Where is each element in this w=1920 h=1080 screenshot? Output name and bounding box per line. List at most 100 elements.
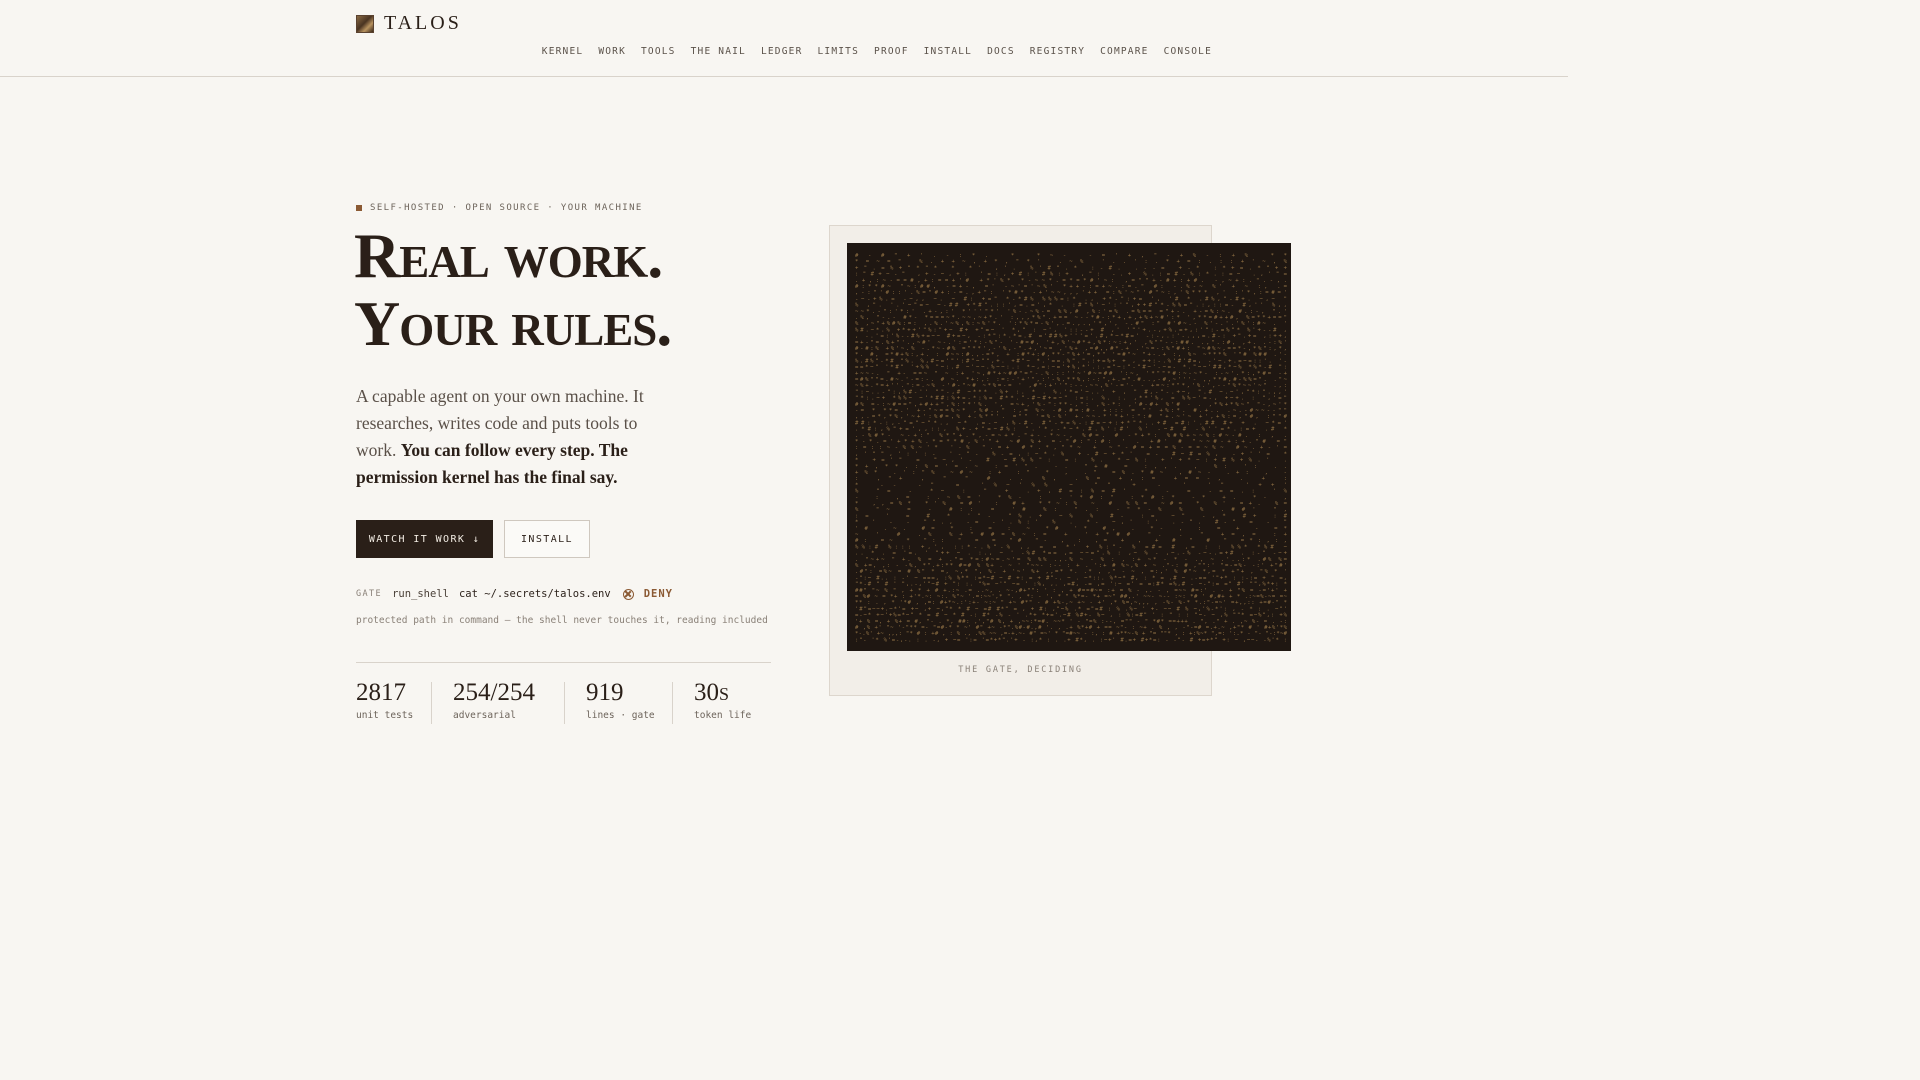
stat-value: 30s [694, 679, 730, 706]
nav-item-work[interactable]: WORK [598, 46, 626, 57]
stat-adversarial: 254/254 adversarial [453, 680, 535, 724]
gate-decision: GATE run_shell cat ~/.secrets/talos.env … [356, 588, 673, 600]
gate-label: GATE [356, 589, 383, 599]
ascii-row: -= * **=.' +-"~==%~* ,%#.," :,= %~ -#.#=… [855, 408, 1287, 414]
ascii-row: +%* .':"% ~#~ :+ :" * , ." =%.*#~ ,#~- .… [855, 470, 1287, 476]
ascii-row: -":~ #.. : -' ~ ===, :% %** :=*~# ~ # +:… [855, 575, 1287, 581]
install-button[interactable]: INSTALL [504, 520, 590, 558]
ascii-row: =-~* +~'+%=*~" * = # ~ * # -: #* -% - ' … [855, 613, 1288, 619]
nav-item-limits[interactable]: LIMITS [818, 46, 860, 57]
ascii-row: #-#:% +%'~.% -.*~-#% ="**',-'%,-".+,'~= … [855, 346, 1287, 352]
eyebrow-text: SELF-HOSTED · OPEN SOURCE · YOUR MACHINE [370, 203, 643, 213]
nav-item-docs[interactable]: DOCS [987, 46, 1015, 57]
gate-verdict: DENY [643, 588, 673, 600]
brand-name: TALOS [384, 12, 462, 34]
gate-note: protected path in command — the shell ne… [356, 615, 768, 626]
ascii-row: "*:.~+ *%%~ ~'*##:%+=-*:%= #**."-#~#+=~"… [855, 396, 1287, 402]
stat-label: lines · gate [586, 710, 655, 721]
ascii-row: # ,% +' "~ '-"** =- "=#-* * ~' #" +~ -*"… [855, 625, 1288, 631]
ascii-portrait-svg: #-#"+'.-:*. * *~- -='+,"-+%-:+% ** *=~="… [855, 253, 1288, 643]
nav-item-registry[interactable]: REGISTRY [1030, 46, 1085, 57]
ascii-row: -~-+%.= -~,, ~. ~ #: +=" *-*#% %%%=:* .,… [855, 296, 1287, 302]
hero-eyebrow: SELF-HOSTED · OPEN SOURCE · YOUR MACHINE [356, 203, 643, 213]
ascii-row: '+ % =, + %+ = #, "- . *, ##: ,',"# %, +… [855, 619, 1287, 625]
headline-line-2: Your rules. [354, 288, 672, 359]
site-header: TALOS KERNEL WORK TOOLS THE NAIL LEDGER … [0, 0, 1568, 77]
nav-item-tools[interactable]: TOOLS [641, 46, 676, 57]
ascii-row: %#.~*.% +*++'"%:"+~ #+ +"=~ ' *," : ~', … [855, 327, 1287, 333]
ascii-row: +".=%+"*"* * *' ,'. %'#".* :-#. .--= +-*… [855, 265, 1288, 271]
stat-unit-tests: 2817 unit tests [356, 680, 413, 724]
ascii-row: % "~ = - #:: = '# %: ".: -"*-% % % .##' … [855, 507, 1287, 513]
ascii-row: .#": =%~ = # %" * =, ~,* ", %. + '~' %+ … [855, 569, 1287, 575]
ascii-row: ,-:"'#::'.%="#+:-=.,+": '*#* -+'~~,,,'++… [855, 290, 1287, 296]
stat-token-life: 30s token life [694, 680, 751, 724]
ascii-row: +~~-. " +- ==~ " ~ :+ '~,#*+~##"="-.%.::… [855, 371, 1288, 377]
ascii-row: #:**#~ "~:##, -=+-, =' -~'='~%' *++-:=+~… [855, 284, 1288, 290]
ascii-row: '#"=~~+.~*'= +~ ,+ ~,"* * # ~ =# #*" = ,… [855, 606, 1287, 612]
stat-divider [564, 682, 565, 724]
deny-icon [622, 588, 634, 600]
ascii-row: "*-# " # ' ",.-,'"~# + ": :. "%= ~'" ~= … [855, 582, 1287, 588]
ascii-row: #% =-:~#==",+#++",%:"*'%. ', =~+,'%-":**… [855, 402, 1287, 408]
ascii-glyph-field: #-#"+'.-:*. * *~- -='+,"-+%-:+% ** *=~="… [855, 253, 1288, 643]
ascii-row: ##" "~ % " , + * + # +.:~ .= ..~, . ~-,#… [855, 588, 1288, 594]
ascii-row: #-#"+'.-:*. * *~- -='+,"-+%-:+% ** [855, 253, 1287, 259]
stat-label: token life [694, 710, 752, 721]
ascii-row: . "~+~ " +. % = + ."= *=:#~=.~'= % %% .,… [855, 557, 1288, 563]
talos-bust-icon [356, 14, 374, 33]
lede-bold: You can follow every step. The permissio… [356, 440, 628, 487]
nav-item-ledger[interactable]: LEDGER [761, 46, 803, 57]
stat-divider [431, 682, 432, 724]
ascii-row: :=::~-%%~'* '-% ".=+ #*.*,"*~ + ~"-#=+==… [855, 445, 1288, 451]
hero-lede: A capable agent on your own machine. It … [356, 383, 656, 491]
stat-label: adversarial [453, 710, 516, 721]
stat-value: 2817 [356, 679, 406, 706]
ascii-row: =+-"=.%+"'.,~#' ~-.':='*:-%"- '-#=#, '+,… [855, 340, 1287, 346]
ascii-row: ##:*-:,-"="~"*., ~* .=-~ ,%-#- #"-+=%-:#… [855, 420, 1287, 426]
ascii-row: * +='" = "~,'- # ~#%%": =: %. *~%: +'+*~… [855, 458, 1287, 464]
stat-gate-lines: 919 lines · gate [586, 680, 655, 724]
brand-link[interactable]: TALOS [356, 12, 462, 35]
gate-command: cat ~/.secrets/talos.env [458, 588, 611, 600]
stat-value: 919 [586, 679, 624, 706]
ascii-row: '# .~. #= * : = : ~ *# '* #, . *- , : = … [855, 526, 1287, 532]
ascii-row: *-*.='+*+%.*=**#,%'"+ ~# %+ =-"#:":#: ' … [855, 439, 1287, 445]
figure-caption: THE GATE, DECIDING [958, 665, 1083, 675]
ascii-row: =#%""=.#~.'-=:-. # ~. *+:,: :=:-'+'",:'-… [855, 377, 1288, 383]
main-nav: KERNEL WORK TOOLS THE NAIL LEDGER LIMITS… [542, 46, 1212, 57]
ascii-row: ** : . , * '*# , ,=: #+*~.:':+- ~:~ " +~… [855, 600, 1287, 606]
stat-label: unit tests [356, 710, 414, 721]
ascii-row: *. #, =*#+%:,+. : #~~:#.,-=*, + :#*+:#,*… [855, 352, 1287, 358]
nav-item-install[interactable]: INSTALL [924, 46, 972, 57]
ascii-row: ==*~" '*#" '+%% "~:.# ~'~~.%~~:.: *~,=:~… [855, 365, 1287, 371]
ascii-row: .%, "-.- #*- *===~*.~~,~+*.' :,,,*%".+==… [855, 315, 1287, 321]
stat-divider [672, 682, 673, 724]
ascii-row: - : ,= :.~%=' *%- : .'*#:" :*#:* -* +. *… [855, 495, 1287, 501]
ascii-row: ~ ' # .% %+"##=%~:= + '+*## ". . " +=,= … [855, 532, 1288, 538]
nav-item-console[interactable]: CONSOLE [1164, 46, 1212, 57]
ascii-row: ~%+.*=+''.":=.~% -'#-"~# ~*%=-= ' ,#":+'… [855, 383, 1287, 389]
stats-divider-rule [356, 662, 771, 663]
gate-tool: run_shell [392, 588, 449, 600]
nav-item-the-nail[interactable]: THE NAIL [691, 46, 746, 57]
nav-item-compare[interactable]: COMPARE [1100, 46, 1148, 57]
ascii-row: #: =~ * ":: " = = "# "- , : ,= + , + # "… [855, 538, 1287, 544]
ascii-row: * ,,=%* *'% =#' : #+ **~:% ~ # %%= ~#= *… [855, 501, 1288, 507]
ascii-row: , -.'=:'%--#%+=~~ #+=~, -:*":*.*=.# ='##… [855, 334, 1287, 340]
ascii-row: % ,". '.'~"=~ ~-## +*#".::',=.=',* . :#"… [855, 303, 1287, 309]
ascii-row: * -- -" = '%~'%% ~ "" + - ' '" '++' [855, 482, 1287, 488]
nav-item-proof[interactable]: PROOF [874, 46, 909, 57]
ascii-row: ~~*.-":'*:' .+-,:' *'''"*' '%-.~%-= %%,#… [855, 309, 1287, 315]
eyebrow-square-icon [356, 205, 362, 211]
ascii-row: %.#%"-*# "%. %,#~='"':#"~"",+. +#"~ *.'=… [855, 358, 1287, 364]
ascii-row: % ,~"+%#%:=: ,.%.'~%,%:~%'*. ':*%*=-%',.… [855, 321, 1287, 327]
nav-item-kernel[interactable]: KERNEL [542, 46, 584, 57]
ascii-row: * ' - - ""., -= -'.%:' % . *- ~,' :' .-"… [855, 520, 1287, 526]
ascii-row: ,'"",':':- '-"- %-=,:~*.% +-#~+*' =- #~#… [855, 451, 1287, 457]
ascii-row: .. * . = '=. ' "++ ~ . :., ~ ' -%# *== ,… [855, 551, 1288, 557]
ascii-row: % +=, ,: - -%, *".+:** #=# % %+ . ~ ' "~… [855, 563, 1287, 569]
ascii-row: .+,:~-==#,+:==+'# +*'%* *-~~*.=*=*#'~: ,… [855, 278, 1287, 284]
ascii-row: *-.%' +~ ,,,: "* # : +# , : % ., .%% ~~ … [855, 631, 1288, 637]
watch-it-work-button[interactable]: WATCH IT WORK ↓ [356, 520, 493, 558]
